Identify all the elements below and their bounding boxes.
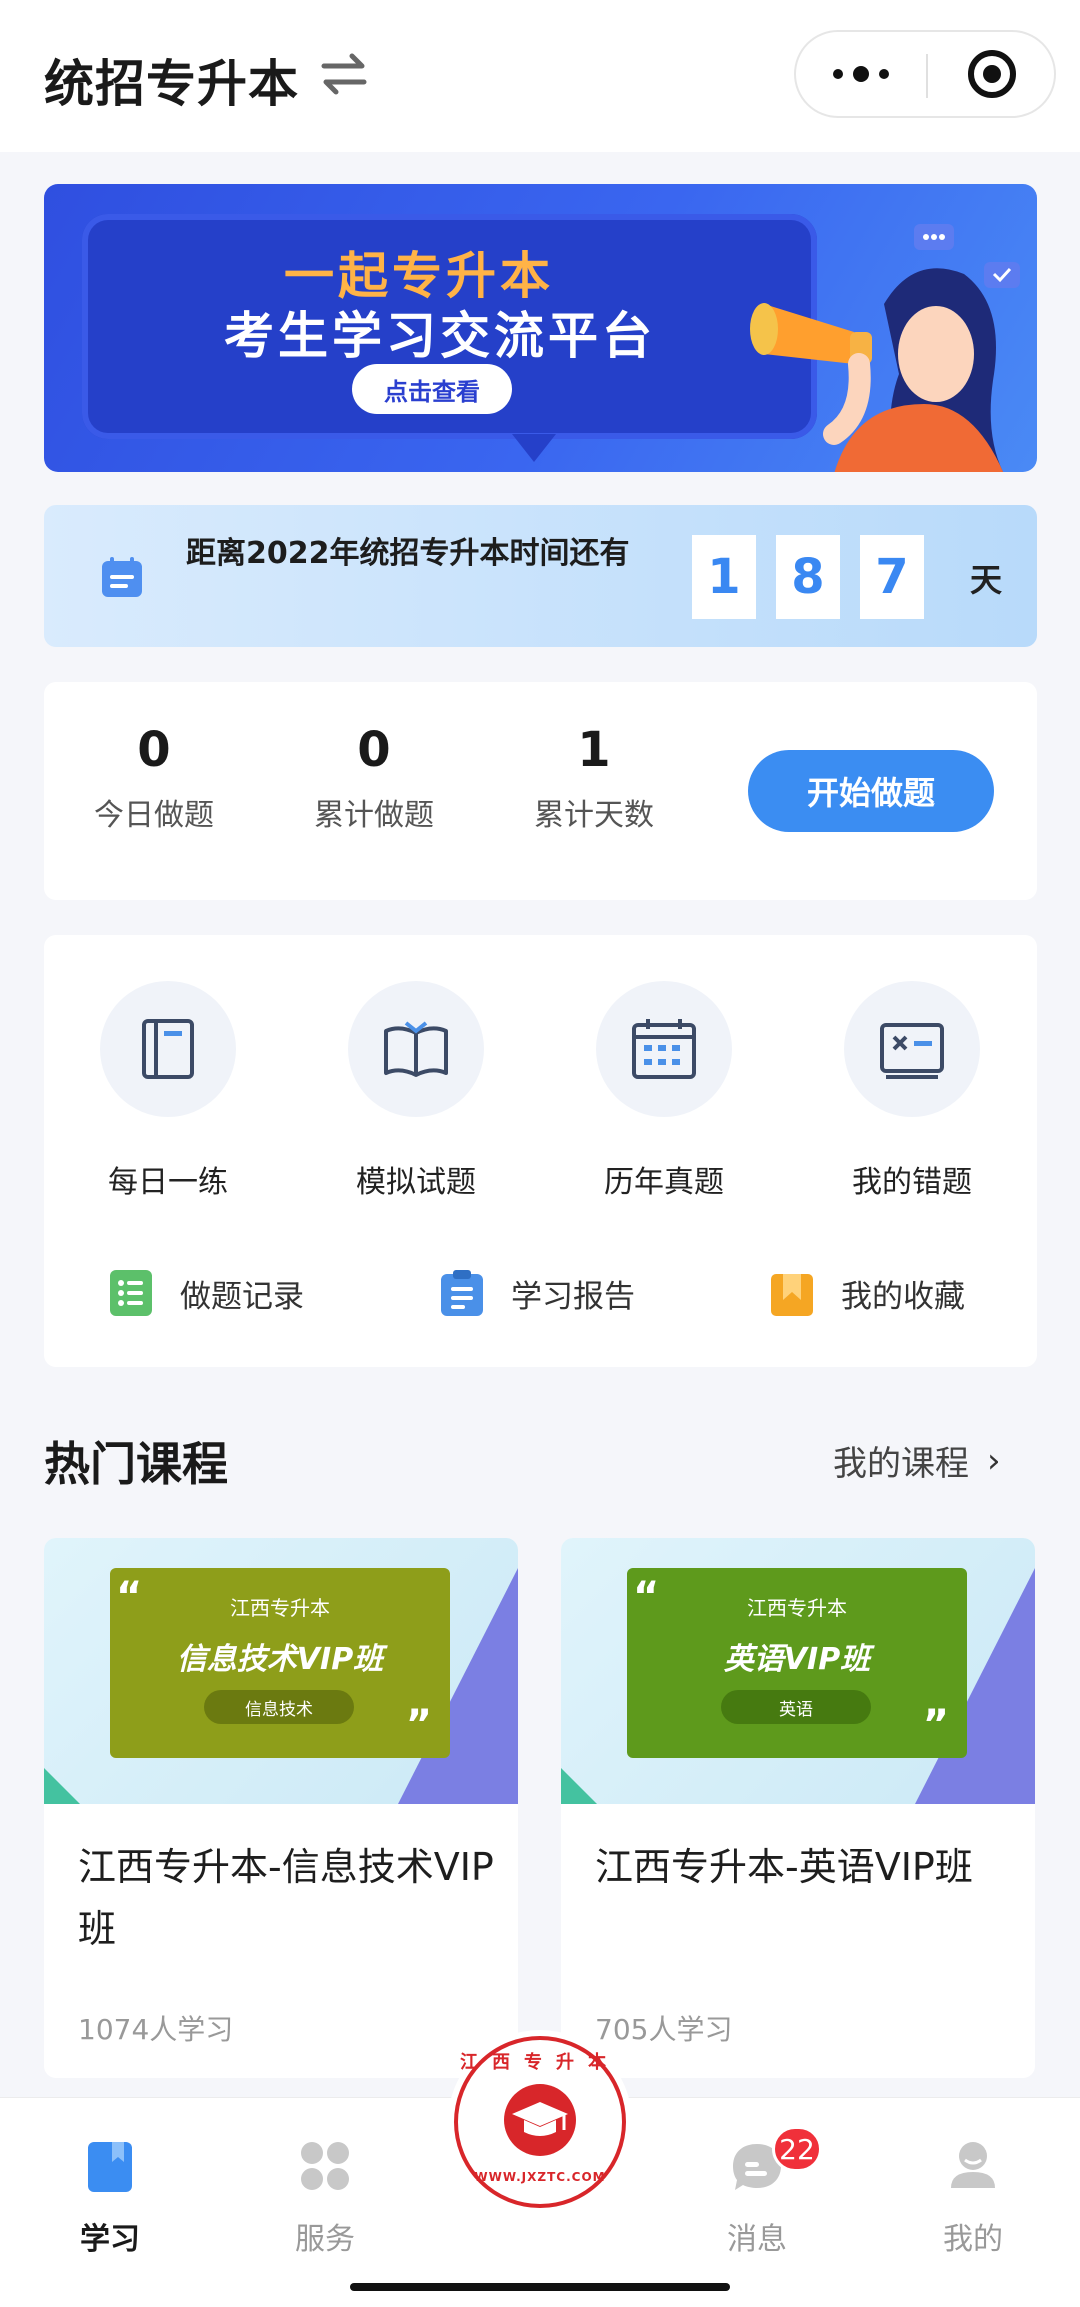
cover-decoration [561,1768,597,1804]
message-badge: 22 [772,2126,822,2172]
cover-sign: “ 江西专升本 信息技术VIP班 信息技术 ” [110,1568,450,1758]
course-card[interactable]: “ 江西专升本 英语VIP班 英语 ” 江西专升本-英语VIP班 705人学习 [561,1538,1035,2078]
open-book-icon [384,1021,448,1077]
more-dots-icon[interactable] [796,32,926,116]
cover-decoration [44,1768,80,1804]
banner-view-button[interactable]: 点击查看 [352,364,512,414]
tab-label: 学习 [80,2222,140,2257]
tab-label: 服务 [295,2222,355,2257]
study-icon [88,2142,132,2192]
promo-banner[interactable]: 一起专升本 考生学习交流平台 点击查看 [44,184,1037,472]
sub-feature-label: 我的收藏 [841,1278,965,1315]
icon-circle [100,981,236,1117]
my-courses-label: 我的课程 [833,1444,969,1484]
profile-icon [951,2142,995,2188]
practice-stats: 0 今日做题 0 累计做题 1 累计天数 开始做题 [44,682,1037,900]
cover-sign: “ 江西专升本 英语VIP班 英语 ” [627,1568,967,1758]
error-card-icon [880,1023,944,1079]
tab-label: 消息 [727,2222,787,2257]
countdown-text: 距离2022年统招专升本时间还有 [186,536,630,571]
countdown-unit: 天 [970,561,1003,599]
countdown-digit: 7 [860,535,924,619]
course-card[interactable]: “ 江西专升本 信息技术VIP班 信息技术 ” 江西专升本-信息技术VIP班 1… [44,1538,518,2078]
graduation-cap-icon [512,2102,568,2136]
my-courses-link[interactable]: 我的课程 › [833,1436,1001,1485]
tab-service[interactable]: 服务 [265,2138,385,2258]
my-mistakes-item[interactable]: 我的错题 [802,981,1022,1201]
daily-practice-item[interactable]: 每日一练 [58,981,278,1201]
chevron-right-icon: › [987,1440,1001,1481]
banner-subtitle: 考生学习交流平台 [224,307,656,365]
course-cover: “ 江西专升本 英语VIP班 英语 ” [561,1538,1035,1804]
course-learners: 1074人学习 [78,2013,234,2046]
tab-study[interactable]: 学习 [50,2138,170,2258]
logo-url-text: WWW.JXZTC.COM [474,2170,606,2184]
cover-tag: 信息技术 [204,1690,354,1724]
cover-title-text: 信息技术VIP班 [176,1642,384,1677]
my-favorites-link[interactable]: 我的收藏 [771,1265,965,1321]
school-logo[interactable]: 江西专升本 WWW.JXZTC.COM [454,2036,626,2208]
icon-circle [596,981,732,1117]
cover-title-text: 英语VIP班 [723,1642,871,1677]
past-exams-item[interactable]: 历年真题 [554,981,774,1201]
feature-label: 每日一练 [108,1165,228,1200]
icon-circle [348,981,484,1117]
start-practice-button[interactable]: 开始做题 [748,750,994,832]
stat-today: 0 今日做题 [54,722,254,834]
icon-circle [844,981,980,1117]
top-bar: 统招专升本 [0,0,1080,152]
stat-value: 0 [357,722,391,778]
grid-service-icon [301,2142,349,2190]
stat-label: 累计做题 [314,798,434,833]
feature-label: 历年真题 [604,1165,724,1200]
course-cover: “ 江西专升本 信息技术VIP班 信息技术 ” [44,1538,518,1804]
notebook-icon [142,1019,194,1079]
bookmark-icon [771,1274,813,1316]
countdown-digit: 1 [692,535,756,619]
logo-emblem [504,2084,576,2156]
stat-label: 今日做题 [94,798,214,833]
mini-program-capsule [794,30,1056,118]
tab-label: 我的 [943,2222,1003,2257]
exam-countdown: 距离2022年统招专升本时间还有 1 8 7 天 [44,505,1037,647]
list-record-icon [110,1270,152,1316]
study-report-link[interactable]: 学习报告 [441,1265,635,1321]
cover-tag: 英语 [721,1690,871,1724]
sub-feature-label: 做题记录 [180,1278,304,1315]
countdown-digit: 8 [776,535,840,619]
page-title: 统招专升本 [44,55,299,113]
course-title: 江西专升本-英语VIP班 [595,1845,973,1889]
feature-label: 模拟试题 [356,1165,476,1200]
tab-profile[interactable]: 我的 [913,2138,1033,2258]
cover-top-text: 江西专升本 [230,1596,330,1620]
sub-feature-label: 学习报告 [511,1278,635,1315]
stat-value: 0 [137,722,171,778]
practice-record-link[interactable]: 做题记录 [110,1265,304,1321]
target-circle-icon[interactable] [928,32,1056,116]
cover-top-text: 江西专升本 [747,1596,847,1620]
stat-days: 1 累计天数 [494,722,694,834]
clipboard-icon [441,1270,483,1316]
logo-top-text: 江西专升本 [460,2052,620,2073]
course-learners: 705人学习 [595,2013,733,2046]
quote-close-icon: ” [405,1702,432,1748]
countdown-digits: 1 8 7 [692,535,944,619]
feature-label: 我的错题 [852,1165,972,1200]
stat-value: 1 [577,722,611,778]
quote-close-icon: ” [922,1702,949,1748]
swap-arrows-icon[interactable] [318,50,370,98]
home-indicator [350,2283,730,2291]
mock-exam-item[interactable]: 模拟试题 [306,981,526,1201]
course-title: 江西专升本-信息技术VIP班 [78,1845,494,1951]
feature-grid: 每日一练 模拟试题 历年真题 我的错题 做题记录 学习报告 我的收藏 [44,935,1037,1367]
calendar-icon [632,1019,696,1079]
hot-courses-title: 热门课程 [44,1437,228,1491]
calendar-small-icon [102,557,142,597]
megaphone-girl-illustration [750,224,1020,472]
stat-total: 0 累计做题 [274,722,474,834]
stat-label: 累计天数 [534,798,654,833]
